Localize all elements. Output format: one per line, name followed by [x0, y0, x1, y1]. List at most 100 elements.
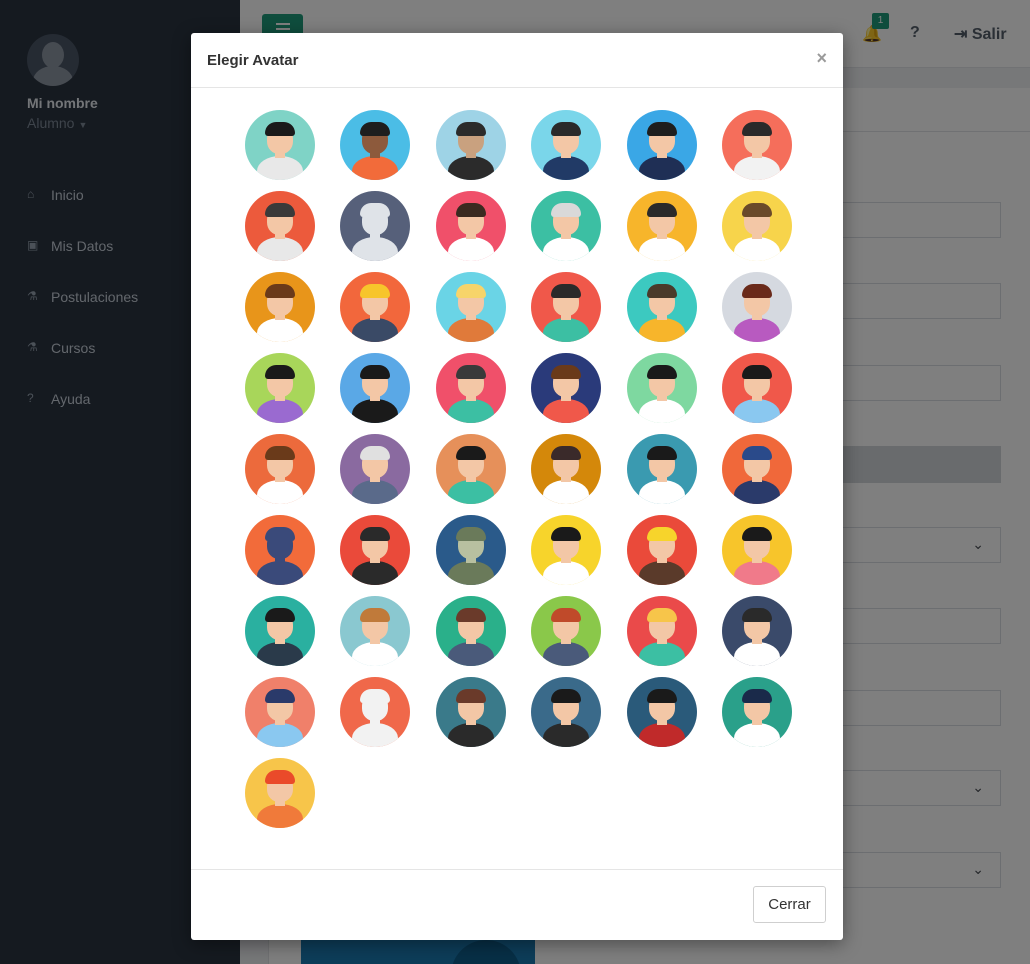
avatar-option-nurse-woman[interactable] — [245, 272, 315, 342]
avatar-hair — [741, 608, 772, 622]
avatar-shoulders — [733, 156, 780, 180]
avatar-option-man-green[interactable] — [435, 596, 506, 666]
avatar-option-doctor-old[interactable] — [531, 191, 602, 261]
avatar-option-old-man-glasses[interactable] — [340, 434, 411, 504]
avatar-hair — [455, 527, 486, 541]
avatar-option-woman-doctor-teal[interactable] — [721, 677, 792, 747]
avatar-hair — [741, 284, 772, 298]
avatar-option-speaker[interactable] — [245, 677, 315, 747]
avatar-option-medic-cross[interactable] — [531, 272, 602, 342]
avatar-hair — [360, 689, 391, 703]
avatar-option-graduate-man[interactable] — [340, 353, 411, 423]
avatar-shoulders — [733, 561, 780, 585]
avatar-option-woman-bun[interactable] — [721, 515, 792, 585]
avatar-option-doctor-man[interactable] — [435, 191, 506, 261]
avatar-option-woman-teal[interactable] — [626, 272, 697, 342]
avatar-option-student-glasses[interactable] — [531, 353, 602, 423]
avatar-hair — [455, 689, 486, 703]
avatar-shoulders — [257, 561, 303, 585]
avatar-option-blonde-woman[interactable] — [626, 596, 697, 666]
avatar-shoulders — [447, 318, 494, 342]
avatar-option-doctor-yellow[interactable] — [626, 191, 697, 261]
avatar-option-nurse-cap[interactable] — [531, 434, 602, 504]
avatar-shoulders — [543, 642, 590, 666]
avatar-option-silhouette[interactable] — [340, 191, 411, 261]
avatar-hair — [360, 446, 391, 460]
avatar-option-group-silhouette[interactable] — [340, 677, 411, 747]
avatar-option-farmer-overalls[interactable] — [531, 596, 602, 666]
avatar-shoulders — [638, 237, 685, 261]
avatar-shoulders — [257, 480, 303, 504]
avatar-option-woman-bob[interactable] — [435, 434, 506, 504]
avatar-option-woman-vest[interactable] — [435, 677, 506, 747]
avatar-option-schoolboy[interactable] — [531, 515, 602, 585]
avatar-option-woman-red[interactable] — [626, 677, 697, 747]
avatar-option-police[interactable] — [721, 434, 792, 504]
avatar-option-taxi-driver[interactable] — [626, 515, 697, 585]
avatar-hair — [551, 689, 582, 703]
avatar-shoulders — [352, 561, 399, 585]
avatar-shoulders — [352, 237, 399, 261]
avatar-hair — [360, 284, 391, 298]
avatar-shoulders — [447, 156, 494, 180]
avatar-option-pilot[interactable] — [626, 434, 697, 504]
avatar-hair — [360, 203, 391, 217]
avatar-hair — [646, 689, 677, 703]
avatar-option-man-glasses-dark[interactable] — [531, 677, 602, 747]
avatar-option-girl-braids[interactable] — [245, 353, 315, 423]
avatar-hair — [551, 446, 582, 460]
avatar-hair — [646, 527, 677, 541]
avatar-shoulders — [447, 480, 494, 504]
avatar-option-afro-sunglasses[interactable] — [245, 110, 315, 180]
avatar-option-woman-long-hair[interactable] — [721, 272, 792, 342]
avatar-shoulders — [543, 237, 590, 261]
avatar-shoulders — [257, 399, 303, 423]
avatar-option-robot-bot[interactable] — [245, 515, 315, 585]
avatar-hair — [551, 203, 582, 217]
avatar-option-businesswoman[interactable] — [721, 110, 792, 180]
avatar-option-worker-helmet[interactable] — [245, 758, 315, 828]
avatar-shoulders — [543, 156, 590, 180]
avatar-hair — [265, 608, 295, 622]
avatar-hair — [360, 608, 391, 622]
avatar-shoulders — [638, 642, 685, 666]
avatar-hair — [551, 284, 582, 298]
close-icon[interactable]: × — [816, 48, 827, 69]
avatar-option-businessman-navy[interactable] — [626, 110, 697, 180]
avatar-hair — [265, 284, 295, 298]
avatar-option-construction-man[interactable] — [340, 272, 411, 342]
avatar-option-thief[interactable] — [435, 110, 506, 180]
avatar-shoulders — [543, 561, 590, 585]
avatar-option-graduates[interactable] — [435, 353, 506, 423]
avatar-hair — [265, 446, 295, 460]
avatar-option-man-beard-blue[interactable] — [721, 353, 792, 423]
avatar-option-businessman-blue[interactable] — [531, 110, 602, 180]
avatar-hair — [551, 527, 582, 541]
avatar-option-man-red-tie[interactable] — [626, 353, 697, 423]
avatar-hair — [265, 203, 295, 217]
avatar-shoulders — [352, 642, 399, 666]
avatar-option-soldier[interactable] — [435, 515, 506, 585]
avatar-option-dark-skinned-man[interactable] — [340, 110, 411, 180]
avatar-shoulders — [447, 237, 494, 261]
avatar-shoulders — [543, 318, 590, 342]
avatar-hair — [455, 365, 486, 379]
avatar-hair — [455, 122, 486, 136]
avatar-option-doctor-woman[interactable] — [721, 191, 792, 261]
avatar-hair — [741, 689, 772, 703]
avatar-hair — [551, 122, 582, 136]
avatar-option-farmer[interactable] — [435, 272, 506, 342]
avatar-hair — [741, 365, 772, 379]
close-button[interactable]: Cerrar — [753, 886, 826, 923]
avatar-option-call-center[interactable] — [340, 596, 411, 666]
avatar-shoulders — [733, 480, 780, 504]
avatar-option-woman-business-glasses[interactable] — [245, 596, 315, 666]
avatar-shoulders — [733, 642, 780, 666]
avatar-option-man-suit-dark[interactable] — [721, 596, 792, 666]
avatar-shoulders — [638, 156, 685, 180]
avatar-option-headphones-woman[interactable] — [245, 191, 315, 261]
avatar-hair — [265, 527, 295, 541]
modal-body — [191, 88, 843, 869]
avatar-option-engineer-gears[interactable] — [340, 515, 411, 585]
avatar-option-hipster-beard[interactable] — [245, 434, 315, 504]
